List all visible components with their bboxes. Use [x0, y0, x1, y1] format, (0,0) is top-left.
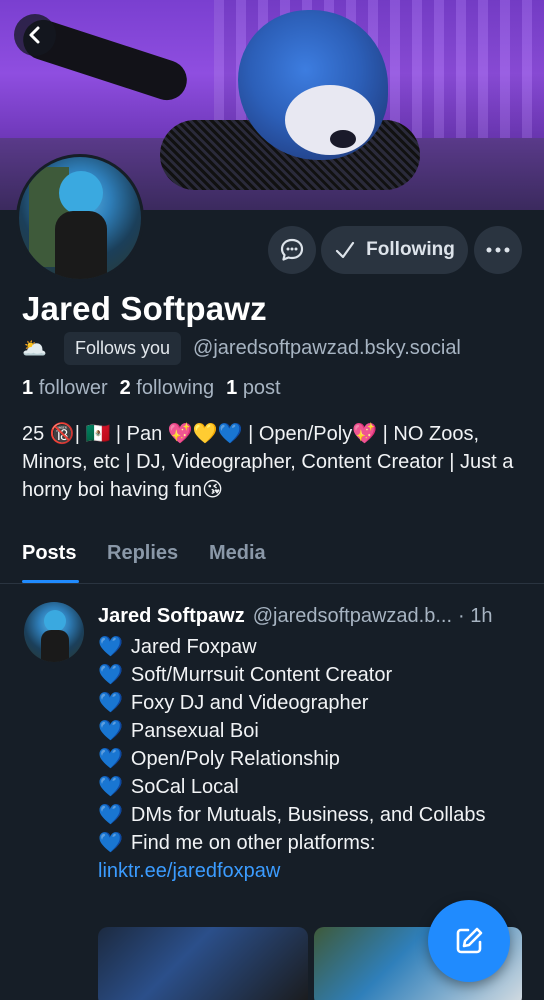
profile-bio: 25 🔞| 🇲🇽 | Pan 💖💛💙 | Open/Poly💖 | NO Zoo… [22, 423, 514, 501]
post-line-text: DMs for Mutuals, Business, and Collabs [130, 804, 486, 826]
follows-you-badge: Follows you [64, 332, 182, 365]
check-icon [336, 241, 355, 259]
post-text: 💙 Jared Foxpaw 💙 Soft/Murrsuit Content Cre… [98, 633, 518, 885]
tab-media[interactable]: Media [209, 542, 266, 565]
blue-heart-icon: 💙 [98, 776, 123, 798]
following-button[interactable]: Following [321, 226, 468, 274]
post-author-name[interactable]: Jared Softpawz [98, 605, 245, 628]
post-line-text: SoCal Local [130, 776, 239, 798]
avatar-body [55, 211, 107, 279]
followers-stat[interactable]: 1 follower [22, 377, 108, 400]
post-line: 💙 Find me on other platforms: linktr.ee/j… [98, 829, 518, 885]
status-emoji: 🌥️ [22, 338, 47, 360]
posts-stat: 1 post [226, 377, 281, 400]
post-line-text: Open/Poly Relationship [130, 748, 340, 770]
profile-avatar[interactable] [16, 154, 144, 282]
message-button[interactable] [268, 226, 316, 274]
blue-heart-icon: 💙 [98, 664, 123, 686]
tab-replies[interactable]: Replies [107, 542, 178, 565]
blue-heart-icon: 💙 [98, 636, 123, 658]
compose-icon [456, 927, 483, 954]
followers-count: 1 [22, 377, 34, 399]
avatar-head [44, 610, 66, 632]
post-line: 💙 DMs for Mutuals, Business, and Collabs [98, 801, 518, 829]
following-stat[interactable]: 2 following [120, 377, 215, 400]
blue-heart-icon: 💙 [98, 720, 123, 742]
post-timestamp: · 1h [458, 605, 493, 627]
post-author-avatar[interactable] [24, 602, 84, 662]
blue-heart-icon: 💙 [98, 804, 123, 826]
active-tab-indicator [22, 580, 79, 583]
following-count: 2 [119, 377, 131, 399]
avatar-head [59, 171, 103, 215]
post-line-text: Soft/Murrsuit Content Creator [130, 664, 393, 686]
ellipsis-icon [486, 247, 510, 253]
post-line: 💙 SoCal Local [98, 773, 518, 801]
profile-display-name: Jared Softpawz [22, 290, 267, 327]
post-line: 💙 Pansexual Boi [98, 717, 518, 745]
tab-posts[interactable]: Posts [22, 542, 76, 565]
post-author-handle[interactable]: @jaredsoftpawzad.b... [253, 605, 452, 628]
post-line-text: Foxy DJ and Videographer [130, 692, 369, 714]
profile-stats: 1 follower 2 following 1 post [22, 377, 281, 400]
blue-heart-icon: 💙 [98, 832, 123, 854]
post-image-1[interactable] [98, 927, 308, 1000]
back-button[interactable] [14, 14, 56, 56]
profile-handle: @jaredsoftpawzad.bsky.social [193, 337, 461, 359]
blue-heart-icon: 💙 [98, 692, 123, 714]
chat-bubble-icon [280, 238, 304, 261]
post-line-text: Find me on other platforms: [130, 832, 376, 854]
posts-label: post [242, 377, 281, 399]
post-line: 💙 Soft/Murrsuit Content Creator [98, 661, 518, 689]
post-line: 💙 Open/Poly Relationship [98, 745, 518, 773]
followers-label: follower [38, 377, 108, 399]
posts-count: 1 [226, 377, 238, 399]
chevron-left-icon [29, 26, 40, 44]
post-line-text: Jared Foxpaw [130, 636, 257, 658]
compose-button[interactable] [428, 900, 510, 982]
banner-muzzle [285, 85, 375, 155]
blue-heart-icon: 💙 [98, 748, 123, 770]
following-button-label: Following [366, 239, 455, 260]
linktree-link[interactable]: linktr.ee/jaredfoxpaw [98, 860, 280, 882]
more-options-button[interactable] [474, 226, 522, 274]
following-label: following [136, 377, 215, 399]
banner-nose [330, 130, 356, 148]
post-line: 💙 Foxy DJ and Videographer [98, 689, 518, 717]
post-header: Jared Softpawz @jaredsoftpawzad.b... · 1… [98, 605, 528, 628]
profile-tabs: Posts Replies Media [0, 528, 544, 584]
avatar-body [41, 630, 69, 662]
post-line: 💙 Jared Foxpaw [98, 633, 518, 661]
post-line-text: Pansexual Boi [130, 720, 259, 742]
handle-row: 🌥️ Follows you @jaredsoftpawzad.bsky.soc… [22, 332, 461, 365]
